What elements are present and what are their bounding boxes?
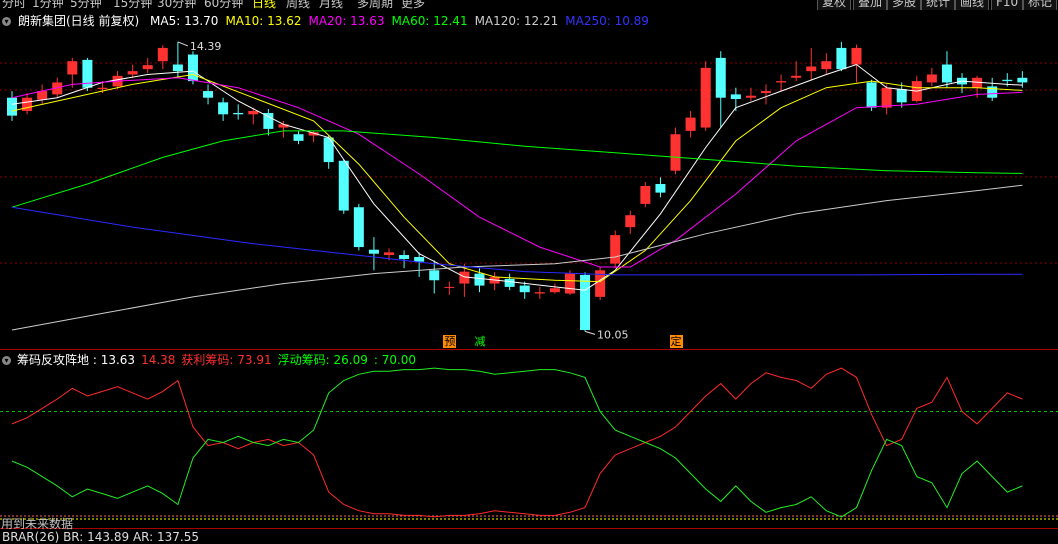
candle-body: [97, 87, 108, 90]
stock-title: 朗新集团(日线 前复权): [18, 14, 140, 28]
candle-body: [399, 255, 410, 260]
candle-body: [127, 71, 138, 75]
ma-legend-5: MA250: 10.89: [565, 14, 649, 28]
candle-body: [248, 110, 259, 115]
candle-body: [263, 112, 274, 129]
candle-body: [157, 47, 168, 62]
candle-body: [1002, 79, 1013, 82]
candle-body: [685, 117, 696, 131]
candle-body: [293, 134, 304, 141]
signal-1: 减: [474, 335, 486, 348]
ma-line-ma60: [11, 130, 1023, 208]
main-legend: ▾ 朗新集团(日线 前复权) MA5: 13.70 MA10: 13.62 MA20:…: [2, 12, 656, 28]
indicator-settings-icon[interactable]: ▾: [2, 356, 11, 365]
candle-body: [715, 57, 726, 98]
candle-body: [142, 65, 153, 70]
candle-body: [730, 94, 741, 100]
candle-body: [791, 75, 802, 78]
signal-0: 预: [443, 335, 457, 348]
kline-chart[interactable]: 14.39 10.05: [0, 0, 1058, 539]
sub-legend-3: 浮动筹码: 26.09: [277, 353, 368, 367]
candle-body: [203, 91, 214, 98]
candle-body: [368, 249, 379, 254]
low-price-label: 10.05: [597, 328, 629, 341]
ma-legend-1: MA10: 13.62: [225, 14, 302, 28]
candle-body: [429, 270, 440, 281]
candle-body: [941, 64, 952, 83]
candle-body: [504, 278, 515, 287]
sub-legend-4: : 70.00: [373, 353, 417, 367]
candle-body: [7, 97, 17, 116]
signal-2: 定: [669, 335, 683, 348]
ma-line-ma120: [11, 184, 1023, 331]
candle-body: [610, 235, 621, 264]
ma-legend-2: MA20: 13.63: [308, 14, 385, 28]
candle-body: [233, 112, 244, 115]
settings-icon[interactable]: ▾: [2, 17, 11, 26]
candle-body: [851, 47, 862, 65]
candle-body: [1017, 77, 1028, 83]
candle-body: [67, 61, 78, 75]
candle-body: [323, 137, 334, 163]
sub-indicator-name: 筹码反攻阵地: [17, 353, 90, 367]
candle-body: [776, 81, 787, 83]
low-marker: [584, 330, 596, 335]
candle-body: [745, 95, 756, 98]
candle-body: [806, 66, 817, 72]
candle-body: [22, 97, 33, 111]
candle-body: [549, 288, 560, 293]
ma-legend-0: MA5: 13.70: [150, 14, 219, 28]
candle-body: [384, 252, 394, 256]
candle-body: [761, 91, 771, 94]
candle-body: [172, 64, 183, 72]
candle-body: [655, 184, 666, 193]
candle-body: [534, 292, 545, 294]
candle-body: [670, 134, 681, 171]
candle-body: [444, 286, 455, 288]
candle-body: [353, 207, 364, 248]
candle-body: [896, 89, 907, 103]
candle-body: [866, 82, 877, 108]
candle-body: [218, 102, 229, 115]
candle-body: [414, 257, 425, 262]
candle-body: [580, 274, 591, 331]
candle-body: [338, 160, 349, 211]
sub-legend-2: 获利筹码: 73.91: [181, 353, 272, 367]
candle-body: [926, 74, 937, 83]
ma-legend-3: MA60: 12.41: [391, 14, 468, 28]
candle-body: [37, 91, 48, 100]
brar-legend: BRAR(26) BR: 143.89 AR: 137.55: [2, 530, 199, 544]
sub-legend-1: 14.38: [141, 353, 176, 367]
candle-body: [836, 47, 847, 70]
high-price-label: 14.39: [190, 40, 222, 53]
candle-body: [474, 273, 485, 286]
candle-body: [881, 87, 892, 108]
candle-body: [821, 61, 832, 70]
candle-body: [625, 215, 636, 228]
candle-body: [564, 273, 575, 294]
sub-legend: ▾ 筹码反攻阵地 : 13.63 14.38 获利筹码: 73.91 浮动筹码: 26.…: [2, 351, 422, 368]
high-marker: [177, 41, 189, 47]
candle-body: [519, 285, 530, 293]
candle-body: [700, 67, 711, 128]
candle-body: [640, 185, 651, 204]
sub-legend-0: : 13.63: [92, 353, 136, 367]
candle-body: [187, 54, 198, 82]
ma-legend-4: MA120: 12.21: [474, 14, 559, 28]
